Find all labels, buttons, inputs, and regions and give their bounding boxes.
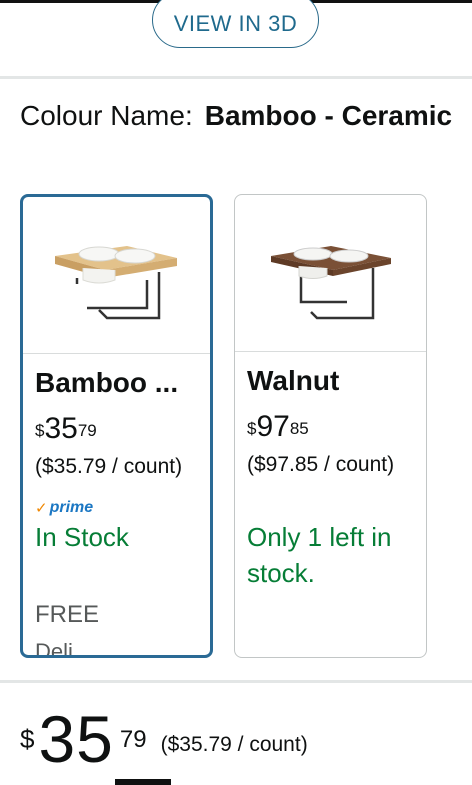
- option-price: $9785: [247, 411, 309, 443]
- price-whole: 35: [44, 412, 78, 445]
- delivery-label: Deli...: [35, 639, 92, 658]
- card-separator: [23, 353, 210, 354]
- walnut-stand-image: [270, 246, 391, 320]
- option-price: $3579: [35, 413, 97, 445]
- prime-label: prime: [49, 499, 94, 516]
- colour-option-walnut[interactable]: Walnut $9785 ($97.85 / count) Only 1 lef…: [234, 194, 427, 658]
- colour-name-value: Bamboo - Ceramic: [204, 100, 453, 131]
- price-symbol: $: [35, 421, 45, 440]
- section-divider: [0, 680, 472, 683]
- price-fraction: 85: [289, 419, 309, 438]
- price-whole: 35: [38, 702, 114, 776]
- price-whole: 97: [256, 410, 290, 443]
- stock-status: In Stock: [35, 522, 129, 552]
- free-label: FREE: [35, 601, 100, 628]
- option-name: Bamboo ...: [35, 367, 179, 398]
- card-separator: [235, 351, 426, 352]
- bamboo-stand-image: [54, 246, 177, 320]
- colour-name-label: Colour Name:: [20, 100, 193, 131]
- section-divider: [0, 76, 472, 79]
- price-symbol: $: [20, 724, 35, 754]
- prime-check-icon: ✓: [35, 500, 48, 517]
- price-fraction: 79: [77, 421, 97, 440]
- unit-price: ($35.79 / count): [35, 455, 183, 478]
- colour-option-bamboo-ceramic[interactable]: Bamboo ... $3579 ($35.79 / count) ✓ prime…: [20, 194, 213, 658]
- prime-badge: ✓ prime: [35, 499, 93, 517]
- price-symbol: $: [247, 419, 257, 438]
- colour-name-heading: Colour Name: Bamboo - Ceramic: [20, 96, 460, 136]
- unit-price: ($97.85 / count): [247, 453, 395, 476]
- view-in-3d-button[interactable]: VIEW IN 3D: [152, 0, 319, 48]
- price-fraction: 79: [119, 726, 147, 753]
- unit-price: ($35.79 / count): [160, 733, 308, 756]
- product-image-walnut: [235, 195, 426, 351]
- price-underline: [115, 779, 171, 785]
- stock-status: Only 1 left in stock.: [247, 522, 392, 588]
- selected-price: $ 35 79 ($35.79 / count): [20, 702, 308, 776]
- option-name: Walnut: [247, 365, 340, 396]
- product-image-bamboo: [23, 197, 210, 353]
